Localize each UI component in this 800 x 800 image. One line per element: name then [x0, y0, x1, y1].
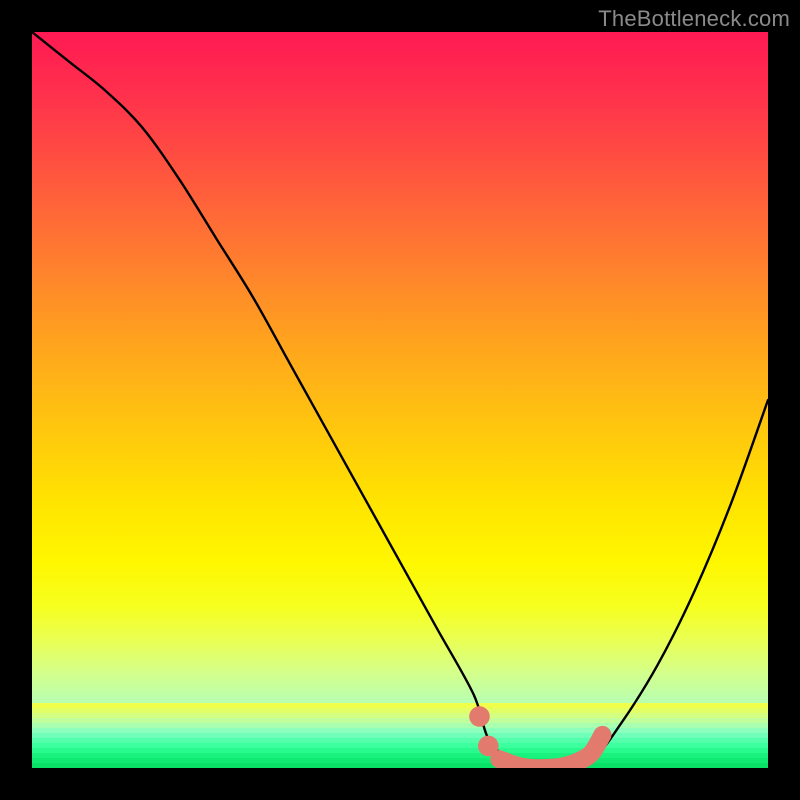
outer-frame: TheBottleneck.com	[0, 0, 800, 800]
plot-area	[32, 32, 768, 768]
valley-stroke	[499, 735, 602, 768]
left-dot-upper	[469, 706, 490, 727]
highlight-layer	[469, 706, 602, 768]
watermark-text: TheBottleneck.com	[598, 6, 790, 32]
chart-svg	[32, 32, 768, 768]
bottleneck-curve-path	[32, 32, 768, 768]
